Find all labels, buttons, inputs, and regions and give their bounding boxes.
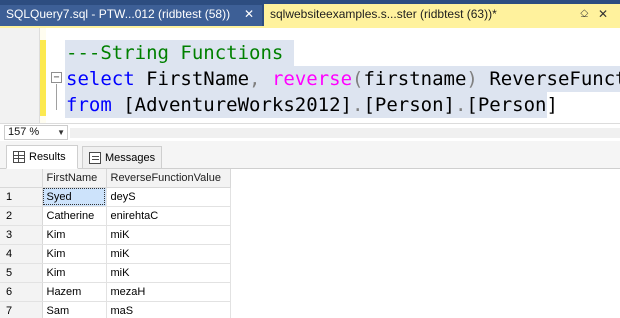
results-tab-strip: Results Messages bbox=[0, 141, 620, 169]
header-row: FirstName ReverseFunctionValue bbox=[0, 169, 231, 188]
tab-results-label: Results bbox=[29, 151, 66, 163]
horizontal-scrollbar[interactable] bbox=[70, 128, 620, 138]
row-number[interactable]: 4 bbox=[0, 244, 43, 264]
code-line-2: select FirstName, reverse(firstname) Rev… bbox=[66, 66, 620, 92]
tab-label: SQLQuery7.sql - PTW...012 (ridbtest (58)… bbox=[6, 7, 231, 21]
results-table: FirstName ReverseFunctionValue 1 Syed de… bbox=[0, 169, 231, 318]
tab-messages[interactable]: Messages bbox=[82, 146, 162, 169]
sql-operator: . bbox=[454, 94, 467, 116]
messages-icon bbox=[89, 152, 101, 164]
sql-alias: ReverseFunct: bbox=[489, 68, 620, 90]
close-icon[interactable]: ✕ bbox=[598, 4, 608, 24]
tab-sqlquery7[interactable]: SQLQuery7.sql - PTW...012 (ridbtest (58)… bbox=[0, 5, 262, 26]
cell-firstname[interactable]: Syed bbox=[42, 187, 107, 207]
cell-reverse[interactable]: mezaH bbox=[106, 282, 231, 302]
sql-operator: . bbox=[352, 94, 364, 116]
code-line-3: from [AdventureWorks2012].[Person].[Pers… bbox=[66, 92, 558, 118]
sql-comment: ---String Functions bbox=[66, 42, 284, 64]
tab-sqlwebsiteexamples[interactable]: sqlwebsiteexamples.s...ster (ridbtest (6… bbox=[264, 4, 620, 28]
table-row[interactable]: 1 Syed deyS bbox=[0, 187, 231, 207]
row-number[interactable]: 6 bbox=[0, 282, 43, 302]
table-row[interactable]: 6 Hazem mezaH bbox=[0, 282, 231, 302]
cell-reverse[interactable]: miK bbox=[106, 225, 231, 245]
cell-firstname[interactable]: Kim bbox=[42, 244, 107, 264]
sql-schema: [Person] bbox=[363, 94, 455, 116]
tab-results[interactable]: Results bbox=[6, 145, 78, 169]
cell-firstname[interactable]: Catherine bbox=[42, 206, 107, 226]
outline-guide bbox=[56, 84, 57, 110]
column-header-reversefunctionvalue[interactable]: ReverseFunctionValue bbox=[106, 169, 231, 188]
grid-icon bbox=[13, 151, 25, 163]
cell-firstname[interactable]: Kim bbox=[42, 225, 107, 245]
sql-operator: , bbox=[249, 68, 261, 90]
sql-space bbox=[112, 94, 123, 116]
row-number[interactable]: 1 bbox=[0, 187, 43, 207]
table-row[interactable]: 4 Kim miK bbox=[0, 244, 231, 264]
sql-database: [AdventureWorks2012] bbox=[123, 94, 352, 116]
cell-firstname[interactable]: Sam bbox=[42, 301, 107, 318]
sql-keyword: from bbox=[66, 94, 112, 116]
table-row[interactable]: 5 Kim miK bbox=[0, 263, 231, 283]
change-tracking-bar bbox=[40, 28, 46, 123]
zoom-select[interactable]: 157 % ▼ bbox=[4, 125, 68, 140]
results-grid[interactable]: FirstName ReverseFunctionValue 1 Syed de… bbox=[0, 169, 620, 318]
table-row[interactable]: 3 Kim miK bbox=[0, 225, 231, 245]
query-editor[interactable]: − ---String Functions select FirstName, … bbox=[0, 28, 620, 123]
row-number[interactable]: 3 bbox=[0, 225, 43, 245]
pin-icon[interactable]: ⎐ bbox=[580, 4, 589, 24]
table-row[interactable]: 2 Catherine enirehtaC bbox=[0, 206, 231, 226]
editor-gutter bbox=[0, 28, 40, 123]
cell-reverse[interactable]: miK bbox=[106, 263, 231, 283]
sql-space bbox=[260, 68, 271, 90]
unsaved-change-marker bbox=[40, 40, 46, 116]
row-number[interactable]: 2 bbox=[0, 206, 43, 226]
row-number[interactable]: 7 bbox=[0, 301, 43, 318]
document-tab-strip: SQLQuery7.sql - PTW...012 (ridbtest (58)… bbox=[0, 0, 620, 28]
cell-reverse[interactable]: miK bbox=[106, 244, 231, 264]
cell-firstname[interactable]: Kim bbox=[42, 263, 107, 283]
table-row[interactable]: 7 Sam maS bbox=[0, 301, 231, 318]
cell-reverse[interactable]: enirehtaC bbox=[106, 206, 231, 226]
sql-identifier: firstname bbox=[363, 68, 467, 90]
row-number[interactable]: 5 bbox=[0, 263, 43, 283]
collapse-icon[interactable]: − bbox=[51, 72, 62, 83]
zoom-value: 157 % bbox=[8, 126, 40, 138]
zoom-bar: 157 % ▼ bbox=[0, 123, 620, 141]
sql-operator: ( bbox=[352, 68, 364, 90]
cell-firstname[interactable]: Hazem bbox=[42, 282, 107, 302]
sql-table: [Person] bbox=[466, 94, 558, 116]
corner-cell[interactable] bbox=[0, 169, 43, 188]
tab-label: sqlwebsiteexamples.s...ster (ridbtest (6… bbox=[270, 7, 497, 21]
sql-operator: ) bbox=[466, 68, 478, 90]
code-line-1: ---String Functions bbox=[66, 40, 283, 66]
cell-reverse[interactable]: deyS bbox=[106, 187, 231, 207]
sql-function: reverse bbox=[271, 68, 353, 90]
chevron-down-icon[interactable]: ▼ bbox=[57, 126, 65, 139]
cell-reverse[interactable]: maS bbox=[106, 301, 231, 318]
close-icon[interactable]: ✕ bbox=[244, 5, 254, 24]
tab-messages-label: Messages bbox=[105, 152, 156, 164]
sql-identifier: FirstName bbox=[134, 68, 250, 90]
column-header-firstname[interactable]: FirstName bbox=[42, 169, 107, 188]
sql-keyword: select bbox=[66, 68, 135, 90]
